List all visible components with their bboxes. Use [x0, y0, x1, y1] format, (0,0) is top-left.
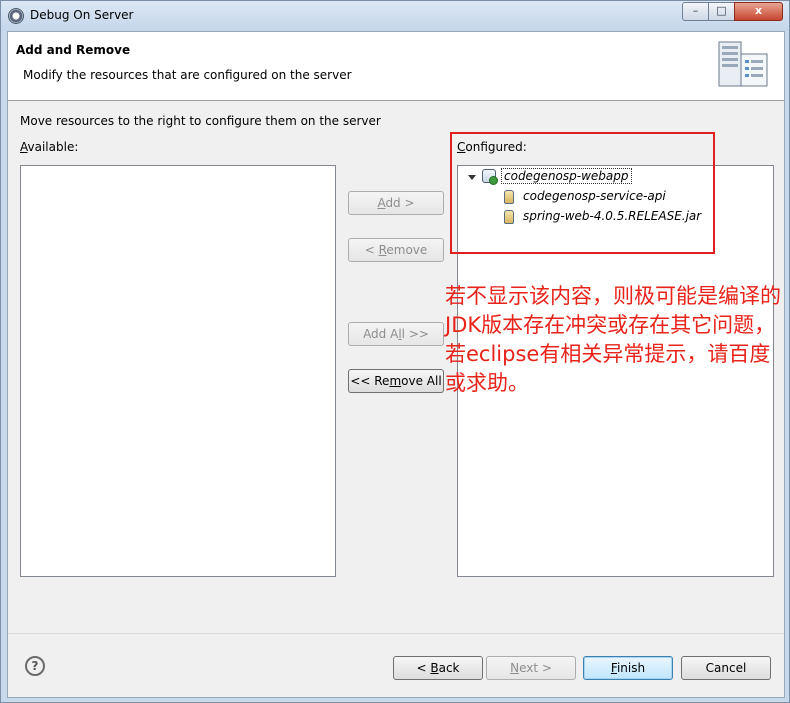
page-title: Add and Remove: [16, 43, 131, 57]
remove-button[interactable]: < Remove: [348, 238, 444, 262]
add-all-button[interactable]: Add All >>: [348, 322, 444, 346]
back-button[interactable]: < Back: [393, 656, 483, 680]
maximize-button[interactable]: □: [708, 2, 735, 21]
available-label-rest: vailable:: [27, 140, 79, 154]
instruction-text: Move resources to the right to configure…: [20, 114, 381, 128]
add-button[interactable]: Add >: [348, 191, 444, 215]
finish-button[interactable]: Finish: [583, 656, 673, 680]
help-icon[interactable]: ?: [25, 656, 45, 676]
window-title: Debug On Server: [30, 8, 134, 22]
server-icon: [718, 41, 768, 87]
wizard-header: Add and Remove Modify the resources that…: [8, 32, 784, 101]
page-description: Modify the resources that are configured…: [23, 68, 352, 82]
minimize-button[interactable]: –: [682, 2, 709, 21]
annotation-text: 若不显示该内容，则极可能是编译的JDK版本存在冲突或存在其它问题，若eclips…: [445, 284, 781, 395]
available-list[interactable]: [20, 165, 336, 577]
eclipse-icon: [8, 8, 24, 24]
dialog-window: Debug On Server – □ x Add and Remove Mod…: [0, 0, 790, 703]
remove-all-button[interactable]: << Remove All: [348, 369, 444, 393]
footer-divider: [8, 633, 784, 634]
next-button[interactable]: Next >: [486, 656, 576, 680]
available-label-mnemonic: A: [20, 140, 28, 154]
title-bar[interactable]: Debug On Server – □ x: [1, 1, 789, 31]
cancel-button[interactable]: Cancel: [681, 656, 771, 680]
annotation-highlight-box: [450, 132, 715, 254]
available-label: Available:: [20, 140, 78, 154]
close-button[interactable]: x: [734, 2, 783, 21]
